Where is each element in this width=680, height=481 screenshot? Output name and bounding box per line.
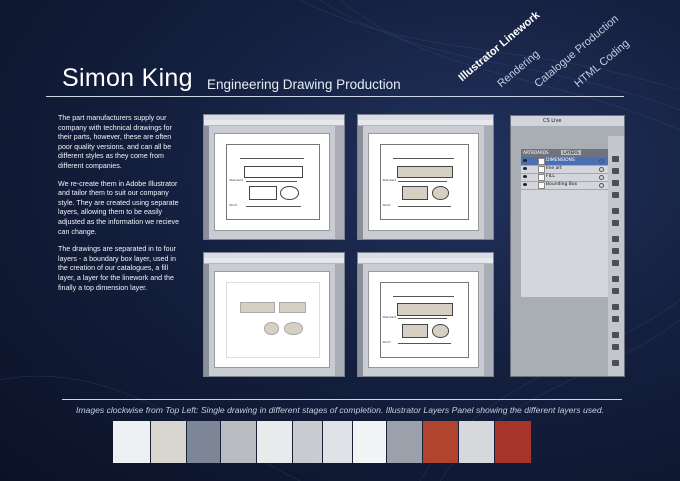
description-paragraph-2: We re-create them in Adobe Illustrator a… bbox=[58, 179, 180, 236]
label-short: Short bbox=[382, 340, 391, 345]
eye-icon[interactable] bbox=[523, 175, 527, 178]
tab-artboards[interactable]: ARTBOARDS bbox=[523, 150, 549, 155]
thumbnail[interactable] bbox=[187, 421, 221, 463]
target-icon[interactable] bbox=[599, 159, 604, 164]
layers-tabs: ARTBOARDS LAYERS bbox=[521, 149, 611, 157]
tool-icon[interactable] bbox=[612, 360, 619, 366]
label-standard: Standard bbox=[382, 315, 397, 320]
nav-illustrator-linework[interactable]: Illustrator Linework bbox=[456, 9, 542, 84]
screenshot-fill: Standard Short bbox=[357, 114, 494, 240]
tool-icon[interactable] bbox=[612, 220, 619, 226]
thumbnail[interactable] bbox=[387, 421, 423, 463]
target-icon[interactable] bbox=[599, 183, 604, 188]
tool-icon[interactable] bbox=[612, 248, 619, 254]
target-icon[interactable] bbox=[599, 167, 604, 172]
tool-icon[interactable] bbox=[612, 208, 619, 214]
label-standard: Standard bbox=[229, 177, 243, 182]
screenshot-linework: Standard Short bbox=[203, 114, 345, 240]
thumbnail[interactable] bbox=[257, 421, 293, 463]
footer-divider bbox=[62, 399, 622, 400]
layer-row-bounding-box[interactable]: Bounding Box bbox=[521, 181, 611, 190]
page-title: Simon King bbox=[62, 64, 193, 92]
tab-layers[interactable]: LAYERS bbox=[561, 150, 581, 155]
tool-icon[interactable] bbox=[612, 168, 619, 174]
thumbnail[interactable] bbox=[353, 421, 387, 463]
target-icon[interactable] bbox=[599, 175, 604, 180]
label-short: Short bbox=[382, 202, 391, 207]
tool-icon[interactable] bbox=[612, 304, 619, 310]
eye-icon[interactable] bbox=[523, 159, 527, 162]
tool-icon[interactable] bbox=[612, 156, 619, 162]
description-paragraph-3: The drawings are separated in to four la… bbox=[58, 245, 176, 292]
thumbnail[interactable] bbox=[423, 421, 459, 463]
tool-icon[interactable] bbox=[612, 192, 619, 198]
thumbnail-strip bbox=[113, 421, 568, 463]
image-caption: Images clockwise from Top Left: Single d… bbox=[76, 405, 604, 415]
cs-live-label: CS Live bbox=[543, 118, 562, 124]
label-standard: Standard bbox=[382, 177, 397, 182]
layers-list: DIMENSIONS line art FILL Bounding Box bbox=[521, 157, 611, 297]
label-short: Short bbox=[229, 202, 238, 207]
thumbnail[interactable] bbox=[113, 421, 151, 463]
page-subtitle: Engineering Drawing Production bbox=[207, 77, 401, 92]
thumbnail[interactable] bbox=[293, 421, 323, 463]
tool-icon[interactable] bbox=[612, 316, 619, 322]
thumbnail[interactable] bbox=[459, 421, 495, 463]
tool-icon[interactable] bbox=[612, 180, 619, 186]
tool-icon[interactable] bbox=[612, 236, 619, 242]
tool-icon[interactable] bbox=[612, 260, 619, 266]
eye-icon[interactable] bbox=[523, 167, 527, 170]
tool-icon[interactable] bbox=[612, 288, 619, 294]
layers-panel-screenshot: CS Live ARTBOARDS LAYERS DIMENSIONS line… bbox=[510, 115, 625, 377]
tools-panel bbox=[608, 136, 624, 376]
tool-icon[interactable] bbox=[612, 332, 619, 338]
thumbnail[interactable] bbox=[221, 421, 257, 463]
thumbnail[interactable] bbox=[151, 421, 187, 463]
tool-icon[interactable] bbox=[612, 344, 619, 350]
tool-icon[interactable] bbox=[612, 276, 619, 282]
screenshot-complete: Standard Short bbox=[357, 252, 494, 377]
thumbnail[interactable] bbox=[495, 421, 532, 463]
header-divider bbox=[46, 96, 624, 97]
description-paragraph-1: The part manufacturers supply our compan… bbox=[58, 114, 172, 170]
description: The part manufacturers supply our compan… bbox=[58, 114, 186, 301]
thumbnail[interactable] bbox=[323, 421, 353, 463]
screenshot-fill-only bbox=[203, 252, 345, 377]
eye-icon[interactable] bbox=[523, 183, 527, 186]
